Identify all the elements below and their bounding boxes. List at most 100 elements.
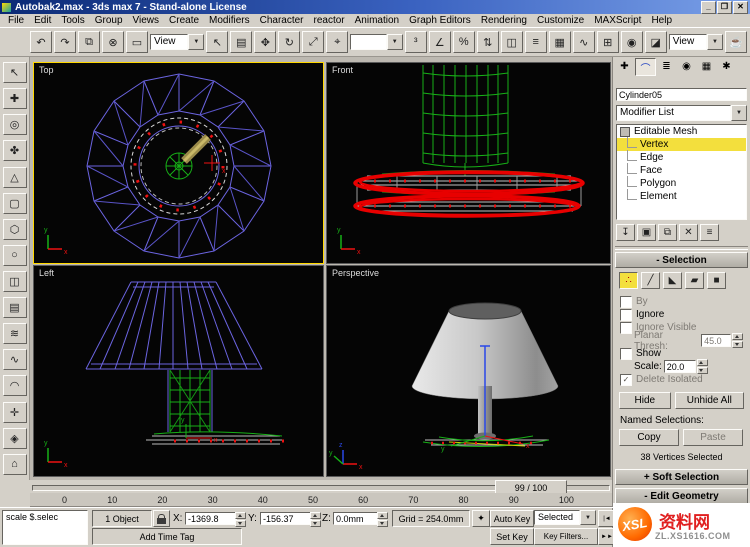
angle-snap-icon[interactable]: ∠ — [428, 31, 451, 53]
modifier-list-dropdown[interactable]: Modifier List ▼ — [616, 105, 747, 121]
polygon-mode-icon[interactable]: ▰ — [685, 272, 704, 289]
checkbox-icon[interactable] — [620, 295, 632, 308]
layer-manager-icon[interactable]: ▦ — [548, 31, 571, 53]
modifier-stack[interactable]: Editable Mesh Vertex Edge Face Polygon E… — [616, 124, 747, 220]
key-mode-dropdown[interactable]: Selected ▼ — [534, 510, 596, 525]
schematic-view-icon[interactable]: ⊞ — [596, 31, 619, 53]
menu-graph-editors[interactable]: Graph Editors — [404, 15, 476, 26]
element-mode-icon[interactable]: ■ — [707, 272, 726, 289]
add-time-tag[interactable]: Add Time Tag — [92, 528, 242, 545]
viewport-perspective[interactable]: x y x z y Perspective — [326, 265, 611, 477]
z-coordinate-field[interactable]: 0.0mm — [333, 512, 379, 525]
scale-icon[interactable]: ⤢ — [302, 31, 325, 53]
object-name-field[interactable]: Cylinder05 — [616, 88, 747, 101]
configure-modifier-icon[interactable]: ≡ — [700, 224, 719, 241]
tab-modify[interactable]: ⌒ — [635, 58, 656, 76]
menu-customize[interactable]: Customize — [532, 15, 589, 26]
left-tool-icon[interactable]: ✤ — [2, 140, 27, 162]
y-coordinate-field[interactable]: -156.37 — [260, 512, 312, 525]
quick-render-icon[interactable]: ☕ — [725, 31, 748, 53]
menu-maxscript[interactable]: MAXScript — [589, 15, 646, 26]
hide-button[interactable]: Hide — [619, 392, 671, 409]
mirror-icon[interactable]: ◫ — [500, 31, 523, 53]
redo-icon[interactable]: ↷ — [54, 31, 76, 53]
unhide-all-button[interactable]: Unhide All — [674, 392, 744, 409]
tab-utilities[interactable]: ✱ — [717, 58, 736, 74]
timeline-ruler[interactable]: 0 10 20 30 40 50 60 70 80 90 100 — [30, 493, 612, 507]
left-tool-icon[interactable]: ≋ — [2, 323, 27, 345]
menu-reactor[interactable]: reactor — [309, 15, 350, 26]
spinner-icon[interactable] — [235, 512, 246, 527]
chevron-down-icon[interactable]: ▼ — [731, 105, 747, 121]
manipulate-icon[interactable]: ⌖ — [326, 31, 349, 53]
menu-help[interactable]: Help — [646, 15, 677, 26]
material-editor-icon[interactable]: ◉ — [620, 31, 643, 53]
left-tool-icon[interactable]: ◈ — [2, 427, 27, 449]
show-end-result-icon[interactable]: ▣ — [637, 224, 656, 241]
left-tool-icon[interactable]: ✚ — [2, 88, 27, 110]
menu-modifiers[interactable]: Modifiers — [204, 15, 255, 26]
copy-button[interactable]: Copy — [619, 429, 679, 446]
named-selection-dropdown[interactable]: ▼ — [350, 34, 403, 50]
coordinate-system-dropdown[interactable]: View ▼ — [150, 34, 205, 50]
edit-geometry-rollout-header[interactable]: - Edit Geometry — [615, 488, 748, 504]
left-tool-icon[interactable]: ✛ — [2, 401, 27, 423]
menu-edit[interactable]: Edit — [29, 15, 56, 26]
left-tool-icon[interactable]: ◫ — [2, 270, 27, 292]
make-unique-icon[interactable]: ⧉ — [658, 224, 677, 241]
left-tool-icon[interactable]: ⌂ — [2, 453, 27, 475]
spinner-icon[interactable] — [732, 333, 743, 348]
align-icon[interactable]: ≡ — [524, 31, 547, 53]
viewport-left[interactable]: x y y x Left — [33, 265, 324, 477]
paste-button[interactable]: Paste — [683, 429, 743, 446]
by-vertex-checkbox[interactable]: By — [613, 295, 750, 308]
unlink-icon[interactable]: ⊗ — [102, 31, 124, 53]
spinner-icon[interactable] — [377, 512, 388, 527]
left-tool-icon[interactable]: ⬡ — [2, 218, 27, 240]
menu-character[interactable]: Character — [255, 15, 309, 26]
tab-motion[interactable]: ◉ — [677, 58, 696, 74]
face-mode-icon[interactable]: ◣ — [663, 272, 682, 289]
checkbox-icon[interactable] — [620, 321, 632, 334]
viewport-front[interactable]: y x Front — [326, 62, 611, 264]
selection-rollout-header[interactable]: - Selection — [615, 252, 748, 268]
minimize-button[interactable]: _ — [701, 0, 716, 14]
chevron-down-icon[interactable]: ▼ — [188, 34, 205, 50]
tab-create[interactable]: ✚ — [615, 58, 634, 74]
ignore-backfacing-checkbox[interactable]: Ignore — [613, 308, 750, 321]
undo-icon[interactable]: ↶ — [30, 31, 52, 53]
time-slider[interactable]: 99 / 100 — [30, 480, 612, 495]
menu-file[interactable]: File — [3, 15, 29, 26]
left-tool-icon[interactable]: ↖ — [2, 62, 27, 84]
checkbox-icon[interactable] — [620, 308, 632, 321]
maximize-button[interactable]: ❐ — [717, 0, 732, 14]
menu-group[interactable]: Group — [90, 15, 128, 26]
menu-create[interactable]: Create — [164, 15, 204, 26]
render-viewport-dropdown[interactable]: View ▼ — [668, 34, 724, 50]
menu-animation[interactable]: Animation — [350, 15, 404, 26]
percent-snap-icon[interactable]: % — [452, 31, 475, 53]
move-icon[interactable]: ✥ — [254, 31, 277, 53]
chevron-down-icon[interactable]: ▼ — [386, 34, 403, 50]
key-filters-button[interactable]: Key Filters... — [534, 528, 598, 545]
vertex-mode-icon[interactable]: ∴ — [619, 272, 638, 289]
rotate-icon[interactable]: ↻ — [278, 31, 301, 53]
render-scene-icon[interactable]: ◪ — [644, 31, 667, 53]
menu-rendering[interactable]: Rendering — [476, 15, 532, 26]
stack-item-element[interactable]: Element — [617, 189, 746, 203]
curve-editor-icon[interactable]: ∿ — [572, 31, 595, 53]
normals-scale-field[interactable]: 20.0 — [663, 360, 696, 373]
bind-spacewarp-icon[interactable]: ▭ — [126, 31, 148, 53]
selection-lock-button[interactable] — [153, 510, 170, 527]
spinner-snap-icon[interactable]: ⇅ — [476, 31, 499, 53]
checkbox-icon[interactable] — [620, 347, 632, 360]
set-key-button[interactable]: Set Key — [490, 528, 534, 545]
menu-views[interactable]: Views — [128, 15, 165, 26]
maxscript-mini-listener[interactable]: scale $.selec — [2, 510, 88, 545]
edge-mode-icon[interactable]: ╱ — [641, 272, 660, 289]
left-tool-icon[interactable]: ○ — [2, 244, 27, 266]
soft-selection-rollout-header[interactable]: + Soft Selection — [615, 469, 748, 485]
x-coordinate-field[interactable]: -1369.8 — [185, 512, 237, 525]
snap-toggle-icon[interactable]: ³ — [404, 31, 427, 53]
left-tool-icon[interactable]: ▢ — [2, 192, 27, 214]
